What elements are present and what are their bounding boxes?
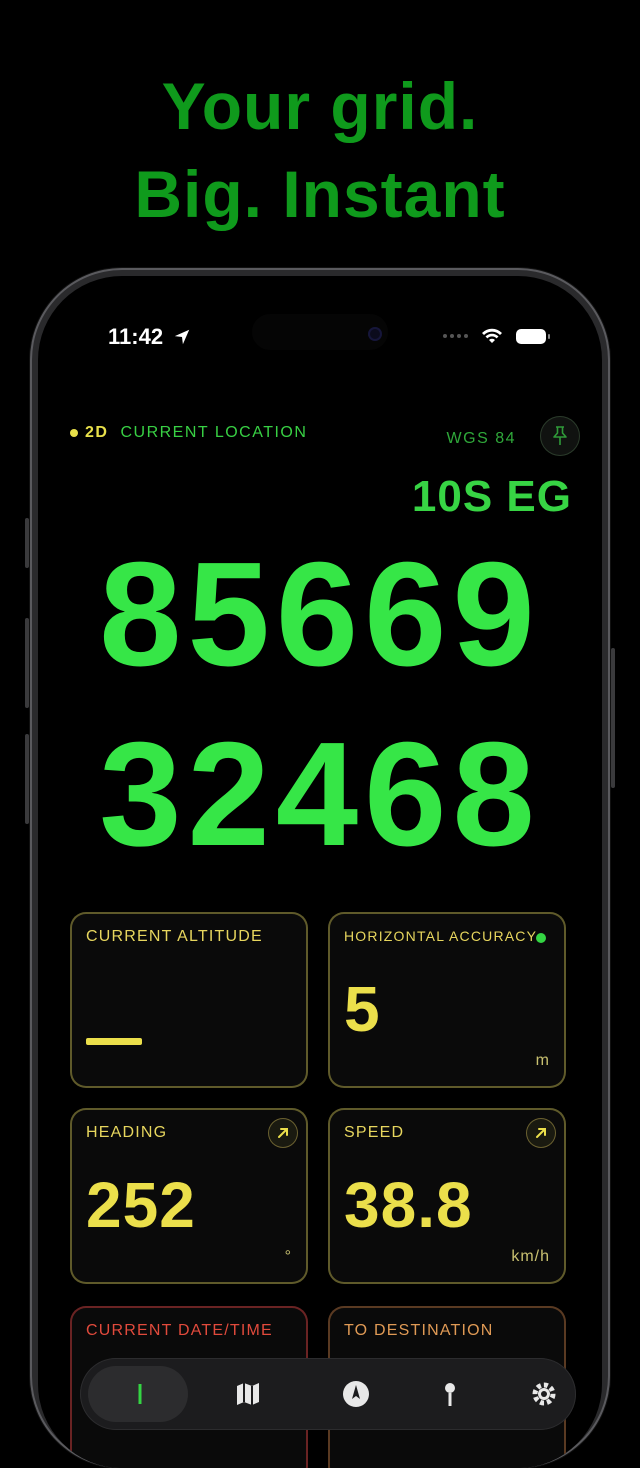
altitude-placeholder-dash [86,1038,142,1045]
wifi-icon [482,328,502,343]
location-header: 2D CURRENT LOCATION [70,424,307,442]
card-speed[interactable]: SPEED 38.8 km/h [328,1108,566,1284]
card-label: HORIZONTAL ACCURACY [344,928,538,944]
settings-icon[interactable] [526,1376,562,1412]
card-label: CURRENT ALTITUDE [86,928,263,945]
volume-up-button [25,618,29,708]
northing: 32468 [99,712,541,877]
grid-icon[interactable] [122,1376,158,1412]
camera [368,327,382,341]
status-time: 11:42 [108,324,191,350]
card-altitude[interactable]: CURRENT ALTITUDE [70,912,308,1088]
grid-zone: 10S EG [411,472,572,521]
easting: 85669 [99,532,541,697]
card-label: CURRENT DATE/TIME [86,1322,273,1339]
card-unit: m [535,1052,550,1069]
card-value: 5 [344,973,381,1045]
map-icon[interactable] [230,1376,266,1412]
fix-status-dot [70,429,78,437]
location-label: CURRENT LOCATION [120,424,308,441]
power-button [611,648,615,788]
headline-line-1: Your grid. [161,69,479,143]
compass-icon[interactable] [338,1376,374,1412]
card-unit: km/h [511,1248,550,1265]
app-screen: 11:42 2D CURRENT LOCATION WGS 84 10S EG … [38,276,602,1468]
card-value: 38.8 [344,1169,473,1241]
card-unit: ° [284,1248,292,1265]
headline-line-2: Big. Instant [134,157,506,231]
fix-mode: 2D [85,424,109,441]
tab-bar [80,1358,576,1430]
card-accuracy[interactable]: HORIZONTAL ACCURACY 5 m [328,912,566,1088]
heading-arrow-button[interactable] [268,1118,298,1148]
card-label: TO DESTINATION [344,1322,494,1339]
card-value: 252 [86,1169,196,1241]
speed-arrow-button[interactable] [526,1118,556,1148]
phone-frame: 11:42 2D CURRENT LOCATION WGS 84 10S EG … [25,268,615,1468]
waypoint-icon[interactable] [432,1376,468,1412]
accuracy-status-dot [536,933,546,943]
pin-icon [553,426,567,445]
volume-down-button [25,734,29,824]
status-time-text: 11:42 [108,324,164,349]
signal-icon [443,334,468,338]
card-label: HEADING [86,1124,168,1141]
datum-label[interactable]: WGS 84 [447,430,516,448]
card-label: SPEED [344,1124,405,1141]
card-heading[interactable]: HEADING 252 ° [70,1108,308,1284]
status-icons [443,326,550,346]
pin-button[interactable] [540,416,580,456]
headline: Your grid. Big. Instant [0,62,640,238]
action-button [25,518,29,568]
location-arrow-icon [174,329,190,345]
battery-icon [516,328,550,344]
arrow-up-right-icon [278,1128,288,1138]
arrow-up-right-icon [536,1128,546,1138]
